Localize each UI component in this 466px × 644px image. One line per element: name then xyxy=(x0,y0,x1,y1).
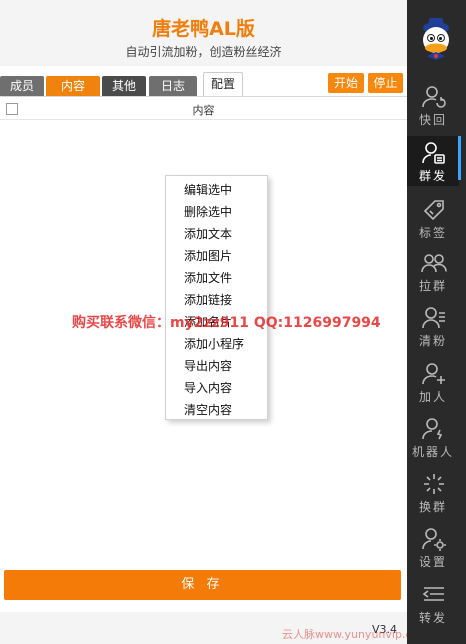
start-button[interactable]: 开始 xyxy=(328,73,364,93)
nav-tags[interactable]: 标签 xyxy=(407,193,459,243)
menu-import-content[interactable]: 导入内容 xyxy=(166,377,267,399)
context-menu: 编辑选中 删除选中 添加文本 添加图片 添加文件 添加链接 添加名片 添加小程序… xyxy=(165,175,268,420)
nav-add-people[interactable]: 加人 xyxy=(407,357,459,407)
main-panel: 唐老鸭AL版 自动引流加粉，创造粉丝经济 成员 内容 其他 日志 配置 开始 停… xyxy=(0,0,407,644)
save-button[interactable]: 保 存 xyxy=(4,570,401,600)
nav-label: 拉群 xyxy=(418,279,447,293)
menu-add-file[interactable]: 添加文件 xyxy=(166,267,267,289)
content-table-header: 内容 xyxy=(0,96,407,120)
tab-config[interactable]: 配置 xyxy=(203,72,243,96)
nav-label: 换群 xyxy=(418,500,447,514)
nav-robot[interactable]: 机器人 xyxy=(407,412,459,462)
user-refresh-icon xyxy=(422,86,446,108)
tab-log[interactable]: 日志 xyxy=(149,76,197,96)
nav-switch-group[interactable]: 换群 xyxy=(407,467,459,517)
nav-label: 设置 xyxy=(418,555,447,569)
nav-pull-group[interactable]: 拉群 xyxy=(407,246,459,296)
menu-add-link[interactable]: 添加链接 xyxy=(166,289,267,311)
contact-watermark: 购买联系微信：my2zz911 QQ:1126997994 xyxy=(72,315,381,331)
tab-other[interactable]: 其他 xyxy=(102,76,146,96)
tag-icon xyxy=(423,200,444,221)
menu-add-text[interactable]: 添加文本 xyxy=(166,223,267,245)
user-add-icon xyxy=(422,363,445,385)
group-pull-icon xyxy=(421,254,447,273)
menu-edit-selected[interactable]: 编辑选中 xyxy=(166,179,267,201)
nav-label: 清粉 xyxy=(418,334,447,348)
menu-delete-selected[interactable]: 删除选中 xyxy=(166,201,267,223)
nav-label: 标签 xyxy=(418,226,447,240)
nav-label: 群发 xyxy=(418,169,447,183)
tab-members[interactable]: 成员 xyxy=(0,76,44,96)
tab-content[interactable]: 内容 xyxy=(46,76,100,96)
nav-mass-send[interactable]: 群发 xyxy=(407,136,461,186)
sidebar: 快回 群发 标签 拉群 清粉 加人 机器人 换群 设置 转发 xyxy=(407,0,466,644)
nav-label: 机器人 xyxy=(411,445,454,459)
forward-list-icon xyxy=(422,587,444,601)
app-subtitle: 自动引流加粉，创造粉丝经济 xyxy=(125,45,282,59)
user-send-icon xyxy=(422,142,445,164)
nav-label: 快回 xyxy=(418,113,447,127)
app-header: 唐老鸭AL版 自动引流加粉，创造粉丝经济 xyxy=(0,0,407,66)
nav-clear-fans[interactable]: 清粉 xyxy=(407,301,459,351)
nav-label: 转发 xyxy=(418,611,447,625)
group-switch-icon xyxy=(424,474,444,494)
user-clear-icon xyxy=(422,307,445,329)
menu-add-miniprogram[interactable]: 添加小程序 xyxy=(166,333,267,355)
column-header-content: 内容 xyxy=(192,104,215,117)
menu-export-content[interactable]: 导出内容 xyxy=(166,355,267,377)
nav-label: 加人 xyxy=(418,390,447,404)
app-title: 唐老鸭AL版 xyxy=(152,18,255,40)
tab-bar: 成员 内容 其他 日志 配置 开始 停止 xyxy=(0,72,407,96)
nav-settings[interactable]: 设置 xyxy=(407,522,459,572)
menu-add-image[interactable]: 添加图片 xyxy=(166,245,267,267)
user-settings-icon xyxy=(422,528,446,551)
menu-clear-content[interactable]: 清空内容 xyxy=(166,399,267,421)
nav-quick-reply[interactable]: 快回 xyxy=(407,80,459,130)
duck-avatar[interactable] xyxy=(415,16,457,62)
nav-forward[interactable]: 转发 xyxy=(407,578,459,628)
stop-button[interactable]: 停止 xyxy=(368,73,403,93)
robot-user-icon xyxy=(422,418,443,440)
